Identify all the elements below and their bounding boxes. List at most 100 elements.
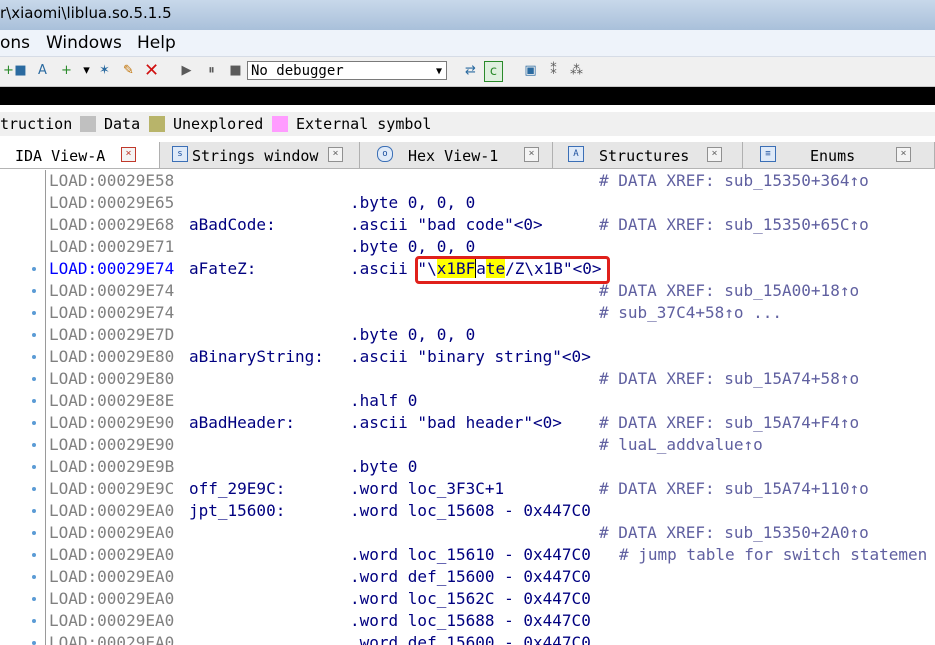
line-instruction: .ascii "binary string"<0>	[350, 347, 591, 366]
line-instruction: .byte 0	[350, 457, 418, 476]
close-icon[interactable]: ×	[121, 147, 136, 162]
line-label[interactable]: off_29E9C:	[189, 479, 285, 498]
line-address: LOAD:00029EA0	[49, 611, 175, 630]
tab-bar: IDA View-A × s Strings window × o Hex Vi…	[0, 142, 935, 169]
legend-unexplored-swatch	[149, 116, 165, 132]
tab-enums[interactable]: ≡ Enums ×	[743, 142, 935, 168]
code-line[interactable]: LOAD:00029EA0 # DATA XREF: sub_15350+2A0↑…	[0, 522, 935, 544]
line-instruction: .word loc_15608 - 0x447C0	[350, 501, 591, 520]
watch-icon[interactable]: ⁂	[568, 61, 585, 80]
line-address: LOAD:00029E68	[49, 215, 175, 234]
stop-icon[interactable]: ■	[227, 61, 244, 80]
tab-ida-view-a[interactable]: IDA View-A ×	[0, 142, 160, 168]
line-instruction: .byte 0, 0, 0	[350, 325, 476, 344]
line-address: LOAD:00029EA0	[49, 501, 175, 520]
enums-icon: ≡	[760, 146, 776, 162]
structures-icon: A	[568, 146, 584, 162]
line-marker-icon	[32, 377, 36, 381]
code-line[interactable]: LOAD:00029E90 # luaL_addvalue↑o	[0, 434, 935, 456]
code-line[interactable]: LOAD:00029E9C off_29E9C: .word loc_3F3C+1 #…	[0, 478, 935, 500]
close-icon[interactable]: ×	[707, 147, 722, 162]
line-instruction: .word loc_15610 - 0x447C0	[350, 545, 591, 564]
code-line[interactable]: LOAD:00029EA0 .word loc_15610 - 0x447C0 # …	[0, 544, 935, 566]
line-comment: # jump table for switch statemen	[619, 545, 928, 564]
code-line[interactable]: LOAD:00029E80 # DATA XREF: sub_15A74+58↑o	[0, 368, 935, 390]
xref-icon[interactable]: ✶	[96, 61, 113, 80]
code-line[interactable]: LOAD:00029E68 aBadCode: .ascii "bad code"<…	[0, 214, 935, 236]
tab-strings-window[interactable]: s Strings window ×	[160, 142, 360, 168]
line-address: LOAD:00029E74	[49, 281, 175, 300]
code-line[interactable]: LOAD:00029E58 # DATA XREF: sub_15350+364↑…	[0, 170, 935, 192]
line-marker-icon	[32, 399, 36, 403]
code-line[interactable]: LOAD:00029E80 aBinaryString: .ascii "binar…	[0, 346, 935, 368]
close-icon[interactable]: ×	[328, 147, 343, 162]
line-instruction: .ascii "bad code"<0>	[350, 215, 543, 234]
struct-add-icon[interactable]: +	[58, 61, 75, 80]
line-address: LOAD:00029EA0	[49, 633, 175, 645]
menu-options[interactable]: ons	[0, 33, 30, 53]
code-line[interactable]: LOAD:00029EA0 jpt_15600: .word loc_15608 -…	[0, 500, 935, 522]
line-label[interactable]: aBinaryString:	[189, 347, 324, 366]
breakpoint-icon[interactable]: ▣	[522, 61, 539, 80]
chevron-down-icon: ▼	[435, 66, 442, 77]
line-address: LOAD:00029EA0	[49, 589, 175, 608]
rename-icon[interactable]: ■	[12, 61, 29, 80]
legend-instruction-label: truction	[0, 115, 73, 133]
tab-hex-view-1[interactable]: o Hex View-1 ×	[360, 142, 553, 168]
line-label[interactable]: jpt_15600:	[189, 501, 285, 520]
code-line[interactable]: LOAD:00029EA0 .word loc_1562C - 0x447C0	[0, 588, 935, 610]
edit-icon[interactable]: A	[34, 61, 51, 80]
code-line[interactable]: LOAD:00029E90 aBadHeader: .ascii "bad head…	[0, 412, 935, 434]
code-line[interactable]: LOAD:00029E71 .byte 0, 0, 0	[0, 236, 935, 258]
trace-icon[interactable]: ⁑	[545, 61, 562, 80]
code-line[interactable]: LOAD:00029EA0 .word def_15600 - 0x447C0	[0, 566, 935, 588]
legend-external-swatch	[272, 116, 288, 132]
code-line[interactable]: LOAD:00029E74 # sub_37C4+58↑o ...	[0, 302, 935, 324]
line-label[interactable]: aFateZ:	[189, 259, 256, 278]
line-address: LOAD:00029E58	[49, 171, 175, 190]
disassembly-view[interactable]: LOAD:00029E58 # DATA XREF: sub_15350+364↑…	[0, 170, 935, 645]
code-line[interactable]: LOAD:00029EA0 .word def_15600 - 0x447C0	[0, 632, 935, 645]
line-marker-icon	[32, 355, 36, 359]
hex-icon: o	[377, 146, 393, 162]
line-address: LOAD:00029E74	[49, 303, 175, 322]
line-marker-icon	[32, 333, 36, 337]
dropdown-arrow-icon[interactable]: ▾	[78, 61, 95, 80]
code-line[interactable]: LOAD:00029E7D .byte 0, 0, 0	[0, 324, 935, 346]
line-marker-icon	[32, 553, 36, 557]
patch-icon[interactable]: ✎	[120, 61, 137, 80]
code-line[interactable]: LOAD:00029E8E .half 0	[0, 390, 935, 412]
line-marker-icon	[32, 443, 36, 447]
delete-icon[interactable]: ✕	[143, 61, 160, 80]
toolbar: + ■ A + ▾ ✶ ✎ ✕ ▶ ⏸ ■ No debugger ▼ ⇄ c …	[0, 57, 935, 87]
play-icon[interactable]: ▶	[178, 61, 195, 80]
line-instruction: .ascii "bad header"<0>	[350, 413, 562, 432]
line-comment: # DATA XREF: sub_15A74+58↑o	[599, 369, 860, 388]
line-comment: # DATA XREF: sub_15350+2A0↑o	[599, 523, 869, 542]
line-address: LOAD:00029E9B	[49, 457, 175, 476]
attach-icon[interactable]: ⇄	[462, 61, 479, 80]
line-address: LOAD:00029E80	[49, 347, 175, 366]
line-marker-icon	[32, 575, 36, 579]
line-instruction: .byte 0, 0, 0	[350, 193, 476, 212]
line-marker-icon	[32, 421, 36, 425]
navigation-band[interactable]	[0, 87, 935, 105]
menu-help[interactable]: Help	[137, 33, 176, 53]
close-icon[interactable]: ×	[896, 147, 911, 162]
line-address: LOAD:00029EA0	[49, 567, 175, 586]
line-address: LOAD:00029EA0	[49, 545, 175, 564]
pause-icon[interactable]: ⏸	[203, 61, 220, 80]
run-to-icon[interactable]: c	[484, 61, 503, 82]
line-comment: # DATA XREF: sub_15A74+110↑o	[599, 479, 869, 498]
line-label[interactable]: aBadCode:	[189, 215, 276, 234]
code-line[interactable]: LOAD:00029E9B .byte 0	[0, 456, 935, 478]
line-comment: # DATA XREF: sub_15350+65C↑o	[599, 215, 869, 234]
close-icon[interactable]: ×	[524, 147, 539, 162]
debugger-select[interactable]: No debugger ▼	[247, 61, 447, 80]
line-marker-icon	[32, 267, 36, 271]
menu-windows[interactable]: Windows	[46, 33, 122, 53]
tab-structures[interactable]: A Structures ×	[553, 142, 743, 168]
code-line[interactable]: LOAD:00029E65 .byte 0, 0, 0	[0, 192, 935, 214]
code-line[interactable]: LOAD:00029EA0 .word loc_15688 - 0x447C0	[0, 610, 935, 632]
line-label[interactable]: aBadHeader:	[189, 413, 295, 432]
